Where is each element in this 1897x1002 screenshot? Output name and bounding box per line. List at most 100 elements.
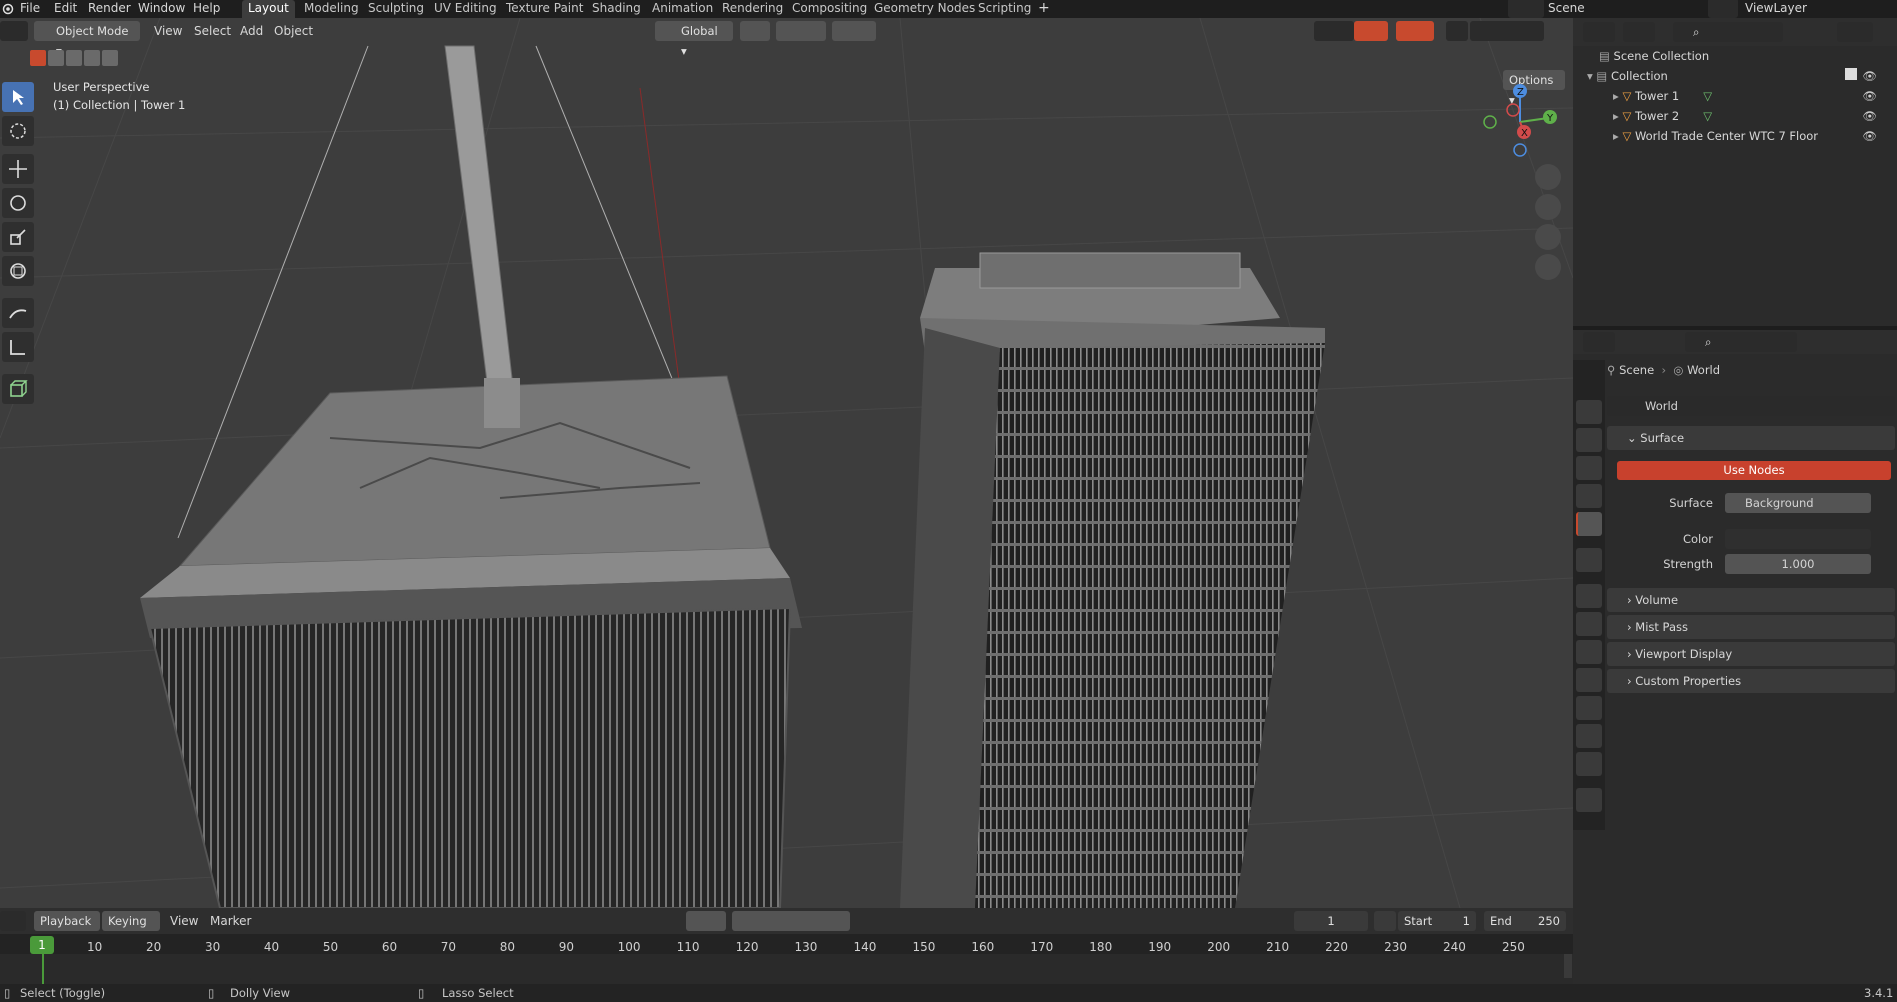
collection-checkbox[interactable] — [1845, 68, 1857, 80]
strength-field[interactable]: 1.000 — [1725, 554, 1871, 574]
visibility-icon[interactable] — [1314, 21, 1354, 41]
current-frame-field[interactable]: 1 — [1294, 911, 1368, 931]
eye-icon[interactable]: 👁 — [1862, 66, 1877, 86]
overlay-toggle-icon[interactable] — [1396, 21, 1434, 41]
collection-tab-icon[interactable] — [1576, 548, 1602, 572]
start-frame-field[interactable]: Start 1 — [1398, 911, 1476, 931]
outliner-search-input[interactable]: ⌕ — [1673, 22, 1783, 42]
select-intersect-icon[interactable] — [102, 50, 118, 66]
render-tab-icon[interactable] — [1576, 400, 1602, 424]
measure-tool[interactable] — [2, 332, 34, 362]
move-tool[interactable] — [2, 154, 34, 184]
select-invert-icon[interactable] — [84, 50, 100, 66]
navigation-gizmo[interactable]: Z Y X — [1478, 80, 1558, 162]
mesh-data-icon[interactable]: ▽ — [1703, 89, 1712, 103]
menu-object[interactable]: Object — [274, 21, 313, 41]
record-keyframe-icon[interactable] — [686, 911, 726, 931]
menu-help[interactable]: Help — [193, 0, 220, 18]
tab-animation[interactable]: Animation — [646, 0, 719, 18]
menu-add[interactable]: Add — [240, 21, 263, 41]
tab-shading[interactable]: Shading — [586, 0, 647, 18]
eye-icon[interactable]: 👁 — [1862, 106, 1877, 126]
eye-icon[interactable]: 👁 — [1862, 126, 1877, 146]
select-extend-icon[interactable] — [48, 50, 64, 66]
display-mode-icon[interactable] — [1623, 22, 1655, 42]
tab-layout[interactable]: Layout — [242, 0, 295, 18]
playback-dropdown[interactable]: Playback ▾ — [34, 911, 100, 948]
data-tab-icon[interactable] — [1576, 724, 1602, 748]
outliner-item-tower-1[interactable]: ▸ ▽ Tower 1 ▽ 👁 — [1573, 86, 1897, 106]
mesh-data-icon[interactable]: ▽ — [1703, 109, 1712, 123]
pan-hand-icon[interactable] — [1535, 194, 1561, 220]
camera-view-icon[interactable] — [1535, 224, 1561, 250]
properties-editor-icon[interactable] — [1583, 332, 1615, 352]
tab-geometry-nodes[interactable]: Geometry Nodes — [868, 0, 981, 18]
output-tab-icon[interactable] — [1576, 428, 1602, 452]
blender-logo-icon[interactable] — [2, 0, 16, 18]
viewport-display-panel-header[interactable]: › Viewport Display — [1607, 642, 1895, 666]
object-tab-icon[interactable] — [1576, 584, 1602, 608]
tab-scripting[interactable]: Scripting — [972, 0, 1037, 18]
world-datablock-field[interactable]: World — [1607, 396, 1895, 416]
view-layer-tab-icon[interactable] — [1576, 456, 1602, 480]
scene-name[interactable]: Scene — [1548, 0, 1585, 18]
outliner-editor-icon[interactable] — [1583, 22, 1615, 42]
annotate-tool[interactable] — [2, 298, 34, 328]
snap-icon[interactable] — [776, 21, 826, 41]
editor-type-icon[interactable] — [0, 21, 28, 41]
material-tab-icon[interactable] — [1576, 752, 1602, 776]
pivot-icon[interactable] — [740, 21, 770, 41]
menu-render[interactable]: Render — [88, 0, 131, 18]
preview-range-icon[interactable] — [1374, 911, 1396, 931]
ortho-grid-icon[interactable] — [1535, 254, 1561, 280]
timeline-scrollbar[interactable] — [1564, 954, 1572, 978]
playback-controls-icon[interactable] — [732, 911, 850, 931]
gizmo-toggle-icon[interactable] — [1354, 21, 1388, 41]
proportional-edit-icon[interactable] — [832, 21, 876, 41]
menu-window[interactable]: Window — [138, 0, 185, 18]
tab-rendering[interactable]: Rendering — [716, 0, 789, 18]
add-cube-tool[interactable] — [2, 374, 34, 404]
tab-uv-editing[interactable]: UV Editing — [428, 0, 503, 18]
scene-tab-icon[interactable] — [1576, 484, 1602, 508]
rotate-tool[interactable] — [2, 188, 34, 218]
menu-select[interactable]: Select — [194, 21, 231, 41]
color-swatch[interactable] — [1725, 529, 1871, 549]
add-workspace-icon[interactable]: + — [1038, 0, 1050, 18]
select-box-tool[interactable] — [2, 82, 34, 112]
view-layer-icon[interactable] — [1708, 0, 1738, 18]
orientation-dropdown[interactable]: Global ▾ — [655, 21, 733, 58]
outliner-item-wtc7-floor[interactable]: ▸ ▽ World Trade Center WTC 7 Floor 👁 — [1573, 126, 1897, 146]
tab-compositing[interactable]: Compositing — [786, 0, 873, 18]
playhead[interactable]: 1 — [30, 936, 54, 954]
tab-texture-paint[interactable]: Texture Paint — [500, 0, 589, 18]
scene-collection-row[interactable]: ▤ Scene Collection — [1573, 46, 1897, 66]
shading-modes-icon[interactable] — [1470, 21, 1544, 41]
world-tab-icon[interactable] — [1576, 512, 1602, 536]
volume-panel-header[interactable]: › Volume — [1607, 588, 1895, 612]
menu-edit[interactable]: Edit — [54, 0, 77, 18]
cursor-tool[interactable] — [2, 116, 34, 146]
xray-icon[interactable] — [1446, 21, 1468, 41]
select-new-icon[interactable] — [30, 50, 46, 66]
menu-file[interactable]: File — [20, 0, 40, 18]
keying-dropdown[interactable]: Keying ▾ — [102, 911, 160, 948]
menu-view[interactable]: View — [154, 21, 182, 41]
timeline-editor-icon[interactable] — [0, 911, 26, 931]
tab-modeling[interactable]: Modeling — [298, 0, 365, 18]
view-layer-name[interactable]: ViewLayer — [1745, 0, 1807, 18]
use-nodes-button[interactable]: Use Nodes — [1617, 461, 1891, 480]
scene-selector-icon[interactable] — [1508, 0, 1544, 18]
end-frame-field[interactable]: End 250 — [1484, 911, 1566, 931]
mode-dropdown[interactable]: Object Mode ▾ — [34, 21, 140, 58]
zoom-icon[interactable] — [1535, 164, 1561, 190]
outliner-item-tower-2[interactable]: ▸ ▽ Tower 2 ▽ 👁 — [1573, 106, 1897, 126]
timeline-menu-marker[interactable]: Marker — [210, 911, 251, 931]
filter-icon[interactable] — [1837, 22, 1873, 42]
constraints-tab-icon[interactable] — [1576, 696, 1602, 720]
modifier-tab-icon[interactable] — [1576, 612, 1602, 636]
3d-viewport[interactable] — [0, 18, 1573, 908]
scale-tool[interactable] — [2, 222, 34, 252]
tab-sculpting[interactable]: Sculpting — [362, 0, 430, 18]
surface-shader-field[interactable]: Background — [1725, 493, 1871, 513]
